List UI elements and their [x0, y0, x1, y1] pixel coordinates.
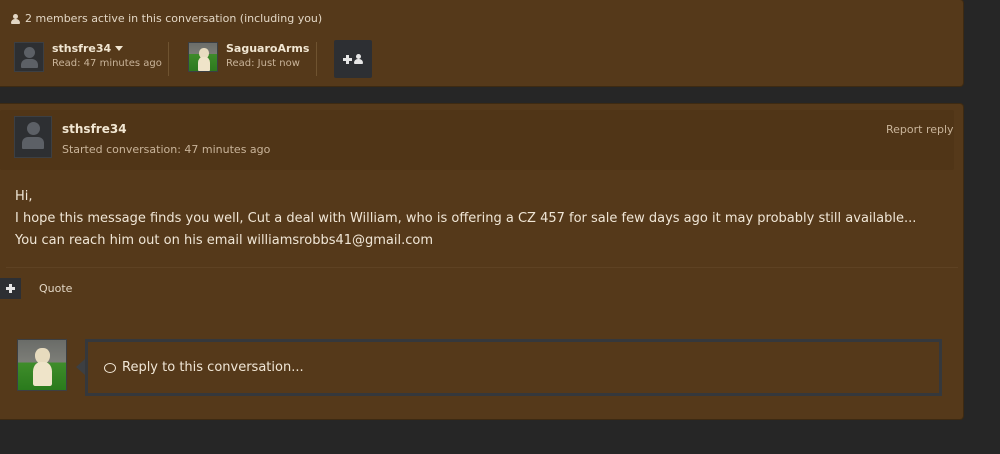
chevron-down-icon[interactable]	[115, 46, 124, 51]
message-author-avatar[interactable]	[14, 116, 52, 158]
reply-placeholder: Reply to this conversation...	[122, 360, 304, 375]
quote-button[interactable]: Quote	[39, 282, 72, 295]
divider	[6, 267, 958, 268]
members-header-text: 2 members active in this conversation (i…	[25, 12, 323, 25]
member-name[interactable]: sthsfre34	[52, 42, 162, 55]
member-read-status: Read: 47 minutes ago	[52, 58, 162, 69]
divider	[316, 42, 317, 76]
user-icon	[11, 13, 20, 24]
report-reply-link[interactable]: Report reply	[886, 123, 954, 136]
add-member-button[interactable]	[334, 40, 372, 78]
message-header	[0, 110, 954, 170]
avatar[interactable]	[188, 42, 218, 72]
message-author[interactable]: sthsfre34	[62, 122, 127, 136]
member-name[interactable]: SaguaroArms	[226, 42, 309, 55]
member-read-status: Read: Just now	[226, 58, 300, 69]
comment-icon	[104, 362, 116, 373]
current-user-avatar	[17, 339, 67, 391]
reply-input[interactable]: Reply to this conversation...	[85, 339, 942, 396]
member-item[interactable]: SaguaroArms Read: Just now	[188, 42, 309, 72]
plus-icon	[6, 284, 15, 293]
message-body: Hi, I hope this message finds you well, …	[15, 186, 935, 252]
message-line: I hope this message finds you well, Cut …	[15, 211, 917, 248]
plus-icon	[343, 54, 352, 64]
multi-quote-button[interactable]	[0, 278, 21, 299]
message-meta: Started conversation: 47 minutes ago	[62, 143, 271, 156]
reply-arrow	[76, 359, 85, 375]
avatar[interactable]	[14, 42, 44, 72]
user-icon	[354, 54, 363, 64]
members-header: 2 members active in this conversation (i…	[11, 12, 322, 25]
message-line: Hi,	[15, 189, 33, 204]
member-item[interactable]: sthsfre34 Read: 47 minutes ago	[14, 42, 162, 72]
divider	[168, 42, 169, 76]
